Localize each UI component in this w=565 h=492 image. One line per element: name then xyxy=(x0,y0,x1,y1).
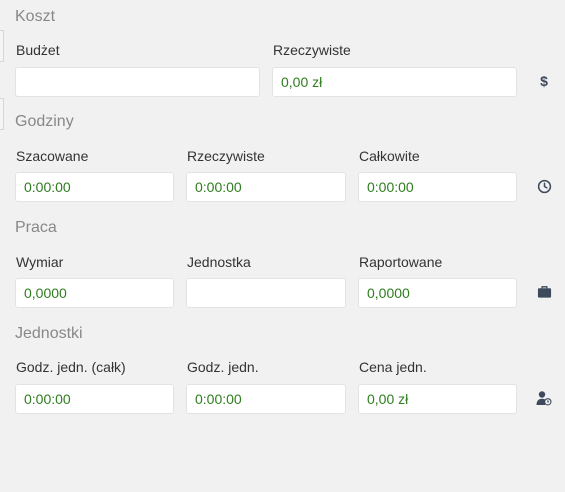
dimension-input[interactable] xyxy=(15,278,174,308)
briefcase-icon xyxy=(536,284,552,300)
reported-label: Raportowane xyxy=(359,254,443,270)
actual-hours-input[interactable] xyxy=(186,172,346,202)
unit-hours-label: Godz. jedn. xyxy=(187,359,259,375)
user-clock-icon xyxy=(536,390,552,406)
actual-cost-input[interactable] xyxy=(272,67,517,97)
section-title-work: Praca xyxy=(15,219,57,236)
unit-price-label: Cena jedn. xyxy=(359,359,427,375)
estimated-hours-label: Szacowane xyxy=(16,148,89,164)
section-title-units: Jednostki xyxy=(15,325,83,342)
section-title-hours: Godziny xyxy=(15,113,74,130)
section-title-cost: Koszt xyxy=(15,8,56,25)
reported-input[interactable] xyxy=(358,278,517,308)
unit-label: Jednostka xyxy=(187,254,251,270)
dimension-label: Wymiar xyxy=(16,254,64,270)
budget-label: Budżet xyxy=(16,42,60,58)
unit-hours-total-label: Godz. jedn. (całk) xyxy=(16,359,126,375)
total-hours-input[interactable] xyxy=(358,172,517,202)
unit-input[interactable] xyxy=(186,278,346,308)
unit-hours-input[interactable] xyxy=(186,384,346,414)
dollar-icon: $ xyxy=(540,73,548,89)
left-edge-tab-2[interactable] xyxy=(0,98,4,130)
actual-cost-label: Rzeczywiste xyxy=(273,42,351,58)
budget-input[interactable] xyxy=(15,67,260,97)
unit-price-input[interactable] xyxy=(358,384,517,414)
left-edge-tab-1[interactable] xyxy=(0,30,4,62)
estimated-hours-input[interactable] xyxy=(15,172,174,202)
actual-hours-label: Rzeczywiste xyxy=(187,148,265,164)
unit-hours-total-input[interactable] xyxy=(15,384,174,414)
clock-icon xyxy=(536,178,552,194)
total-hours-label: Całkowite xyxy=(359,148,420,164)
